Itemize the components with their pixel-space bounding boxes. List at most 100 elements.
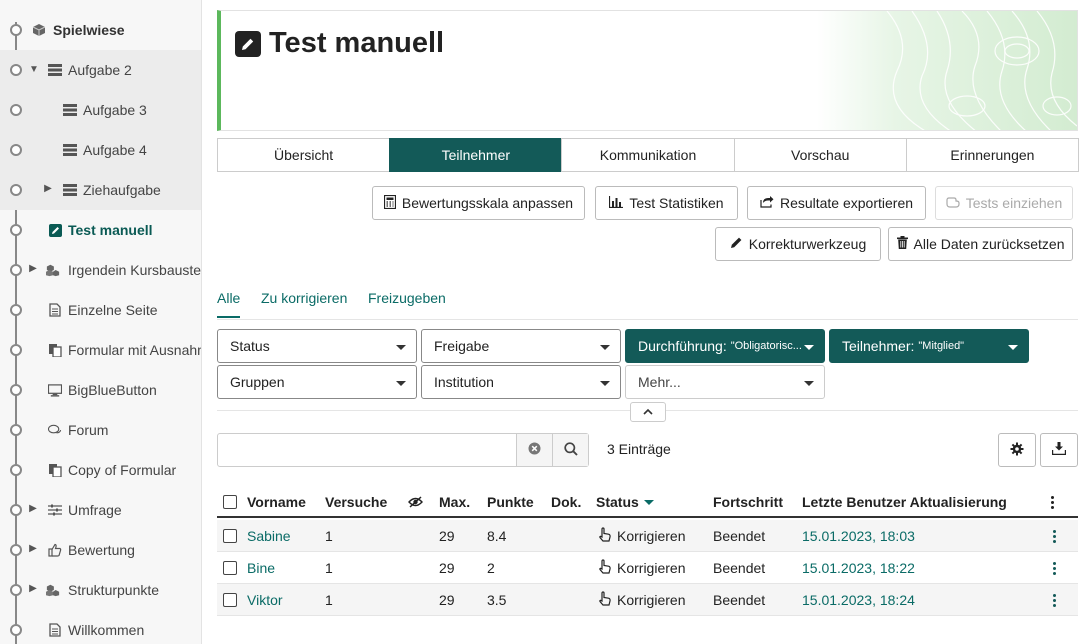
select-all-checkbox[interactable] [223, 486, 237, 518]
search-button[interactable] [552, 434, 588, 466]
tab-kommunikation[interactable]: Kommunikation [561, 138, 735, 172]
date-link[interactable]: 15.01.2023 [802, 528, 872, 544]
execution-filter[interactable]: Durchführung: "Obligatorisc... [625, 329, 825, 363]
status-cell: Korrigieren [598, 552, 685, 584]
sidebar-item-label: Einzelne Seite [68, 302, 158, 318]
sidebar-item-bewertung[interactable]: ▶ Bewertung [0, 530, 201, 570]
col-versuche[interactable]: Versuche [325, 486, 387, 518]
col-vorname[interactable]: Vorname [247, 486, 306, 518]
search-box [217, 433, 589, 467]
max-cell: 29 [439, 528, 455, 544]
sidebar-item-strukturpunkte[interactable]: ▶ Strukturpunkte [0, 570, 201, 610]
column-menu-button[interactable] [1051, 486, 1054, 518]
time-link[interactable]: 18:03 [880, 528, 915, 544]
time-link[interactable]: 18:24 [880, 592, 915, 608]
file-icon [48, 623, 62, 637]
sidebar-item-forum[interactable]: Forum [0, 410, 201, 450]
subtab-alle[interactable]: Alle [217, 290, 241, 318]
pull-tests-button[interactable]: Tests einziehen [935, 186, 1073, 220]
sidebar-item-test-manuell[interactable]: Test manuell [0, 210, 201, 250]
correction-tool-button[interactable]: Korrekturwerkzeug [715, 227, 881, 261]
clear-search-button[interactable] [516, 434, 552, 466]
collapse-filters-button[interactable] [630, 402, 666, 422]
progress-cell: Beendet [713, 528, 766, 544]
sidebar-item-irgendein-kursbaustein[interactable]: ▶ Irgendein Kursbaustein [0, 250, 201, 290]
caret-right-icon[interactable]: ▶ [28, 503, 38, 514]
col-max[interactable]: Max. [439, 486, 470, 518]
tab-vorschau[interactable]: Vorschau [733, 138, 907, 172]
caret-right-icon[interactable]: ▶ [28, 543, 38, 554]
points-cell: 8.4 [487, 528, 507, 544]
col-status[interactable]: Status [596, 486, 654, 518]
groups-filter-label: Gruppen [230, 374, 285, 390]
caret-right-icon[interactable]: ▶ [28, 263, 38, 274]
sidebar-item-aufgabe-3[interactable]: Aufgabe 3 [0, 90, 201, 130]
release-filter[interactable]: Freigabe [421, 329, 621, 363]
sidebar-item-label: Spielwiese [53, 22, 125, 38]
test-statistics-button[interactable]: Test Statistiken [595, 186, 738, 220]
grading-scale-button[interactable]: Bewertungsskala anpassen [372, 186, 585, 220]
copy-icon [48, 463, 62, 477]
subtab-freizugeben[interactable]: Freizugeben [368, 290, 446, 306]
sidebar-item-aufgabe-2[interactable]: ▼ Aufgabe 2 [0, 50, 201, 90]
sidebar-item-copy-of-formular[interactable]: Copy of Formular [0, 450, 201, 490]
caret-right-icon[interactable]: ▶ [28, 583, 38, 594]
eye-slash-icon[interactable] [408, 486, 423, 518]
pull-tests-label: Tests einziehen [965, 195, 1063, 211]
row-checkbox[interactable] [223, 584, 237, 616]
tab-erinnerungen[interactable]: Erinnerungen [905, 138, 1080, 172]
participant-filter[interactable]: Teilnehmer: "Mitglied" [829, 329, 1029, 363]
participant-name-link[interactable]: Bine [247, 552, 275, 584]
caret-down-icon[interactable]: ▼ [29, 64, 39, 75]
sidebar-item-umfrage[interactable]: ▶ Umfrage [0, 490, 201, 530]
date-link[interactable]: 15.01.2023 [802, 560, 872, 576]
topographic-decoration [817, 11, 1077, 130]
date-link[interactable]: 15.01.2023 [802, 592, 872, 608]
sidebar-item-formular-mit-ausnahme[interactable]: Formular mit Ausnahme [0, 330, 201, 370]
groups-filter[interactable]: Gruppen [217, 365, 417, 399]
col-punkte[interactable]: Punkte [487, 486, 534, 518]
date-time-separator: , [872, 592, 880, 608]
max-cell: 29 [439, 560, 455, 576]
tab-teilnehmer[interactable]: Teilnehmer [389, 138, 563, 172]
timeline-dot [10, 464, 22, 476]
caret-right-icon[interactable]: ▶ [43, 183, 53, 194]
sidebar-item-willkommen[interactable]: Willkommen [0, 610, 201, 644]
status-filter[interactable]: Status [217, 329, 417, 363]
more-filters[interactable]: Mehr... [625, 365, 825, 399]
row-actions-button[interactable] [1053, 584, 1056, 616]
release-filter-label: Freigabe [434, 338, 490, 354]
export-results-button[interactable]: Resultate exportieren [747, 186, 926, 220]
reset-data-button[interactable]: Alle Daten zurücksetzen [888, 227, 1073, 261]
execution-filter-label: Durchführung: [638, 338, 727, 354]
participant-name-link[interactable]: Viktor [247, 584, 283, 616]
row-checkbox[interactable] [223, 552, 237, 584]
timeline-dot [10, 264, 22, 276]
col-dok[interactable]: Dok. [551, 486, 581, 518]
tab-uebersicht[interactable]: Übersicht [217, 138, 391, 172]
sidebar-item-label: BigBlueButton [68, 382, 157, 398]
caret-down-icon [396, 381, 406, 386]
sidebar-item-aufgabe-4[interactable]: Aufgabe 4 [0, 130, 201, 170]
download-button[interactable] [1040, 433, 1078, 467]
table-settings-button[interactable] [998, 433, 1036, 467]
participant-name-link[interactable]: Sabine [247, 520, 291, 552]
row-actions-button[interactable] [1053, 552, 1056, 584]
search-input[interactable] [218, 434, 516, 466]
col-letzte-aktualisierung[interactable]: Letzte Benutzer Aktualisierung [802, 486, 1007, 518]
sidebar-item-label: Bewertung [68, 542, 135, 558]
timeline-dot [10, 304, 22, 316]
sidebar-item-label: Aufgabe 3 [83, 102, 147, 118]
sidebar-item-einzelne-seite[interactable]: Einzelne Seite [0, 290, 201, 330]
col-fortschritt[interactable]: Fortschritt [713, 486, 783, 518]
time-link[interactable]: 18:22 [880, 560, 915, 576]
institution-filter[interactable]: Institution [421, 365, 621, 399]
sidebar-item-ziehaufgabe[interactable]: ▶ Ziehaufgabe [0, 170, 201, 210]
subtab-zu-korrigieren[interactable]: Zu korrigieren [261, 290, 347, 306]
sidebar-item-spielwiese[interactable]: Spielwiese [0, 10, 201, 50]
row-checkbox[interactable] [223, 520, 237, 552]
sidebar-item-bigbluebutton[interactable]: BigBlueButton [0, 370, 201, 410]
row-actions-button[interactable] [1053, 520, 1056, 552]
clear-icon [528, 442, 541, 458]
last-update-cell: 15.01.2023, 18:24 [802, 584, 915, 616]
